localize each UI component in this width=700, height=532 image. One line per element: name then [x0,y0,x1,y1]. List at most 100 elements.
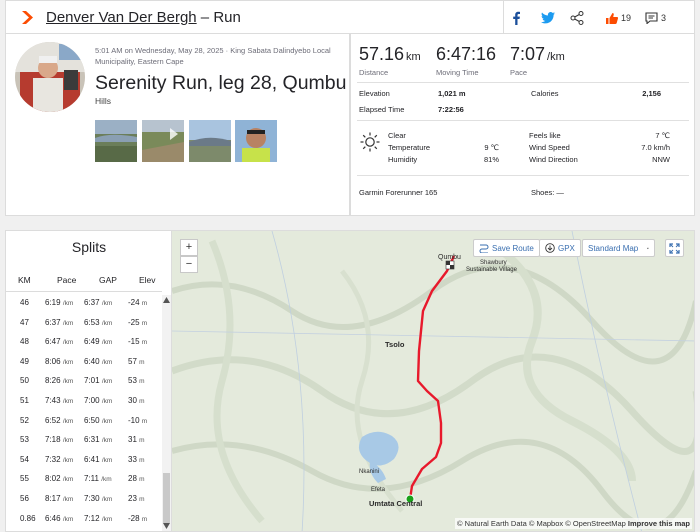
split-elevation: 30 m [128,396,145,405]
activity-summary-card: 5:01 AM on Wednesday, May 28, 2025 · Kin… [5,34,350,216]
fullscreen-button[interactable] [665,239,684,257]
save-route-button[interactable]: Save Route [473,239,540,257]
feels-like-label: Feels like [529,131,561,140]
split-row[interactable]: 52 6:52 /km 6:50 /km -10 m [6,411,164,431]
column-header-gap: GAP [99,275,117,285]
scroll-down-icon[interactable] [163,523,170,529]
split-gap: 6:37 /km [84,298,113,307]
split-gap: 6:40 /km [84,356,113,366]
twitter-share-button[interactable] [541,9,555,27]
map-attribution: © Natural Earth Data © Mapbox © OpenStre… [455,518,692,529]
divider [357,82,689,83]
elapsed-time-label: Elapsed Time [359,105,405,114]
route-icon [479,244,489,253]
sun-icon [360,132,380,152]
split-row[interactable]: 46 6:19 /km 6:37 /km -24 m [6,293,164,313]
split-row[interactable]: 0.86 6:46 /km 7:12 /km -28 m [6,509,164,529]
split-km: 54 [20,454,29,464]
split-pace: 6:19 /km [45,298,74,307]
header-title: Denver Van Der Bergh – Run [46,9,241,26]
athlete-name-link[interactable]: Denver Van Der Bergh [46,9,197,26]
divider [6,291,162,292]
split-km: 52 [20,415,29,425]
shoes-info: Shoes: — [531,188,564,197]
attribution-text: © Natural Earth Data © Mapbox © OpenStre… [457,519,626,528]
split-km: 49 [20,356,29,366]
elevation-value: 1,021 m [438,89,466,98]
activity-description: Hills [95,96,112,106]
splits-title: Splits [71,239,107,255]
comments-button[interactable]: 3 [645,9,666,27]
split-row[interactable]: 47 6:37 /km 6:53 /km -25 m [6,313,164,333]
split-pace: 7:43 /km [45,396,74,405]
split-gap: 6:31 /km [84,435,113,445]
share-button[interactable] [570,9,584,27]
zoom-out-button[interactable]: − [180,256,198,273]
zoom-in-button[interactable]: + [180,239,198,256]
split-gap: 7:30 /km [84,494,113,503]
route-map[interactable]: + − Save Route GPX Standard Map Qumbu Sh… [171,230,695,532]
split-row[interactable]: 56 8:17 /km 7:30 /km 23 m [6,489,164,509]
distance-value: 57.16 km [359,44,421,64]
split-row[interactable]: 55 8:02 /km 7:11 /km 28 m [6,469,164,489]
split-km: 47 [20,317,29,327]
split-elevation: 28 m [128,474,145,484]
comment-icon [645,12,658,24]
weather-condition: Clear [388,131,406,140]
place-label-shawbury: Shawbury [480,260,507,266]
scroll-up-icon[interactable] [163,297,170,303]
split-km: 46 [20,298,29,307]
split-pace: 7:32 /km [45,454,74,464]
device-name: Garmin Forerunner 165 [359,188,438,197]
split-row[interactable]: 54 7:32 /km 6:41 /km 33 m [6,450,164,470]
map-terrain [172,231,694,531]
split-row[interactable]: 53 7:18 /km 6:31 /km 31 m [6,430,164,450]
wind-direction-value: NNW [652,155,670,164]
split-pace: 6:47 /km [45,337,74,347]
split-row[interactable]: 51 7:43 /km 7:00 /km 30 m [6,391,164,411]
place-label-efeta: Efeta [371,487,386,493]
column-header-elev: Elev [139,275,156,285]
split-row[interactable]: 48 6:47 /km 6:49 /km -15 m [6,332,164,352]
activity-type: – Run [196,9,241,26]
download-icon [545,243,555,253]
map-style-select[interactable]: Standard Map [582,239,655,257]
scrollbar-thumb[interactable] [163,473,170,523]
split-elevation: 33 m [128,454,145,464]
activity-title: Serenity Run, leg 28, Qumbu [95,72,347,94]
facebook-share-button[interactable] [511,9,521,27]
place-label-qumbu: Qumbu [438,254,461,261]
place-label-tsolo: Tsolo [385,340,405,349]
split-elevation: -25 m [128,317,148,327]
humidity-value: 81% [483,155,499,164]
split-elevation: 23 m [128,494,145,503]
photo-thumbnail[interactable] [235,120,277,162]
facebook-icon [513,11,520,25]
improve-map-link[interactable]: Improve this map [628,519,690,528]
activity-header: Denver Van Der Bergh – Run 19 3 [5,0,695,34]
gpx-download-button[interactable]: GPX [539,239,581,257]
photo-thumbnail[interactable] [142,120,184,162]
split-gap: 7:12 /km [84,513,113,523]
place-label-umtata-central: Umtata Central [369,499,423,508]
split-pace: 8:06 /km [45,356,74,366]
split-row[interactable]: 49 8:06 /km 6:40 /km 57 m [6,352,164,372]
split-pace: 8:17 /km [45,494,74,503]
save-route-label: Save Route [492,243,534,253]
split-elevation: 53 m [128,376,145,386]
kudos-count: 19 [621,13,632,23]
photo-thumbnail[interactable] [95,120,137,162]
split-km: 48 [20,337,29,347]
athlete-avatar[interactable] [15,42,85,112]
split-elevation: 31 m [128,435,145,445]
split-km: 53 [20,435,29,445]
kudos-button[interactable]: 19 [605,9,631,27]
wind-direction-label: Wind Direction [529,155,578,164]
photo-thumbnail[interactable] [189,120,231,162]
activity-stats-card: 57.16 km Distance 6:47:16 Moving Time 7:0… [350,34,695,216]
twitter-icon [541,12,555,24]
moving-time-value: 6:47:16 [436,44,497,64]
divider [503,1,504,34]
split-row[interactable]: 50 8:26 /km 7:01 /km 53 m [6,371,164,391]
distance-label: Distance [359,68,389,77]
